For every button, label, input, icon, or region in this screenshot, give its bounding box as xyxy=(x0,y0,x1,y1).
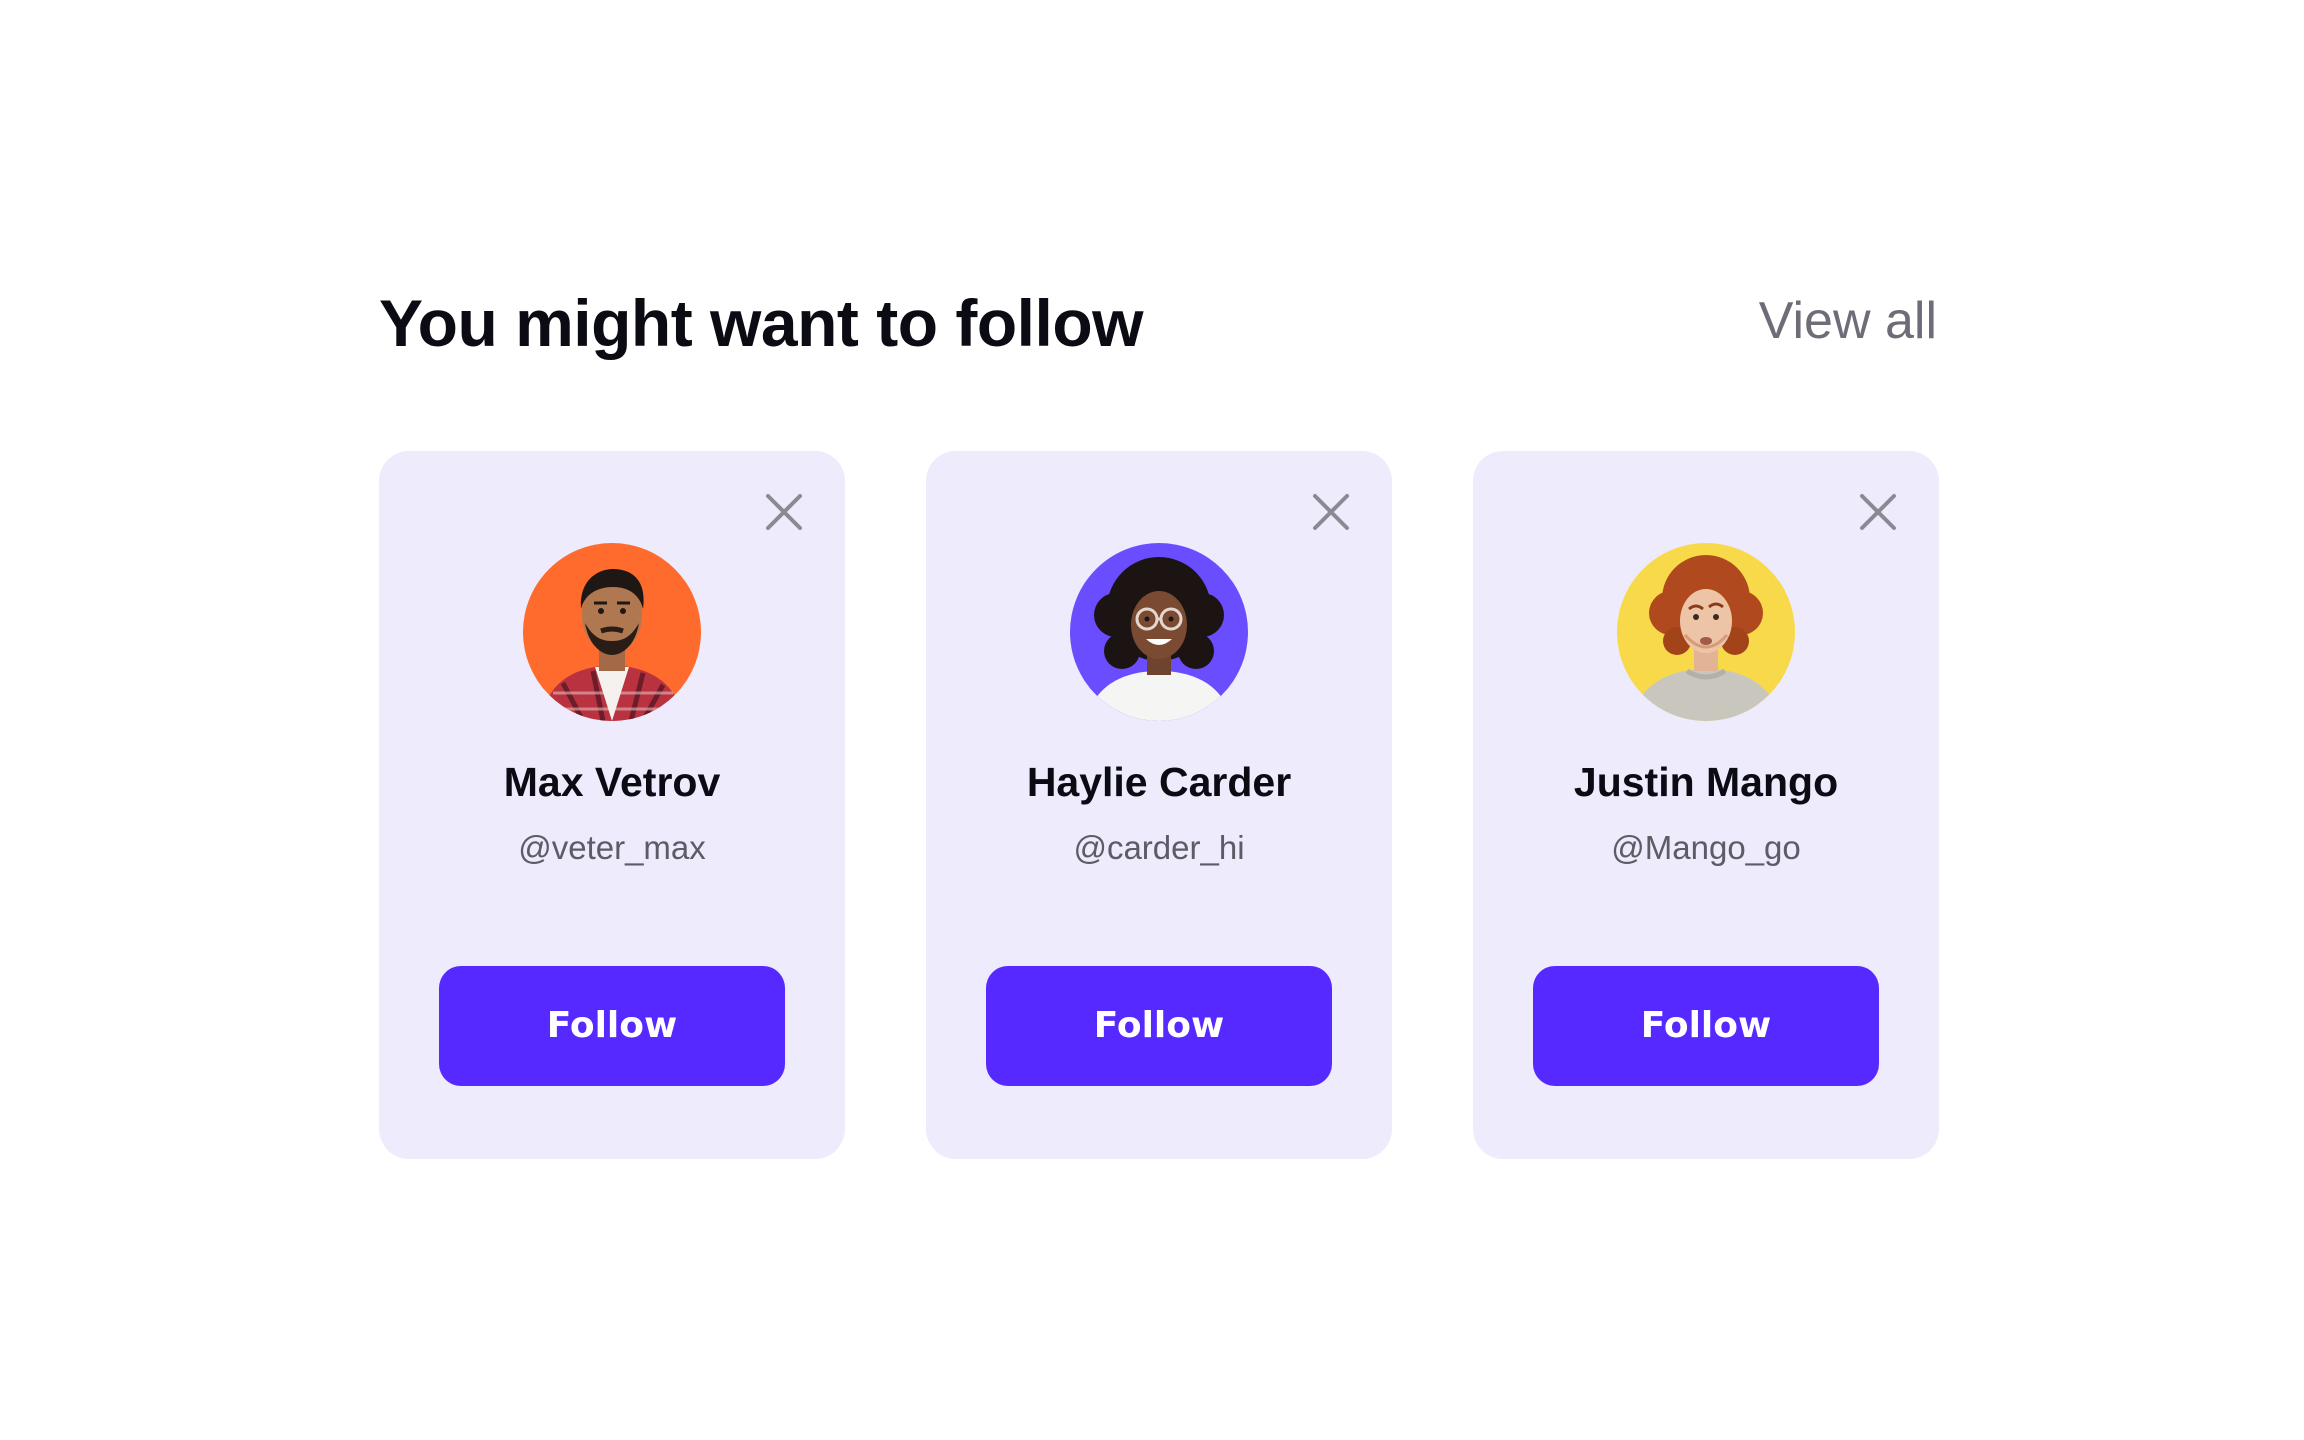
close-icon[interactable] xyxy=(1310,491,1352,533)
user-name: Haylie Carder xyxy=(1026,759,1292,805)
suggestions-section: You might want to follow View all Max Ve… xyxy=(0,0,2304,1440)
suggestion-card: Max Vetrov @veter_max Follow xyxy=(379,451,845,1159)
user-name: Justin Mango xyxy=(1573,759,1839,805)
close-icon[interactable] xyxy=(763,491,805,533)
close-icon[interactable] xyxy=(1857,491,1899,533)
suggestion-card: Justin Mango @Mango_go Follow xyxy=(1473,451,1939,1159)
avatar[interactable] xyxy=(1617,543,1795,721)
user-handle: @Mango_go xyxy=(1611,829,1801,866)
user-handle: @carder_hi xyxy=(1073,829,1245,866)
follow-button[interactable]: Follow xyxy=(439,966,785,1086)
section-title: You might want to follow xyxy=(379,286,1143,360)
user-handle: @veter_max xyxy=(518,829,706,866)
follow-button[interactable]: Follow xyxy=(986,966,1332,1086)
avatar[interactable] xyxy=(523,543,701,721)
user-name: Max Vetrov xyxy=(503,759,721,805)
view-all-link[interactable]: View all xyxy=(1759,286,1937,356)
follow-button[interactable]: Follow xyxy=(1533,966,1879,1086)
suggestion-card: Haylie Carder @carder_hi Follow xyxy=(926,451,1392,1159)
avatar[interactable] xyxy=(1070,543,1248,721)
